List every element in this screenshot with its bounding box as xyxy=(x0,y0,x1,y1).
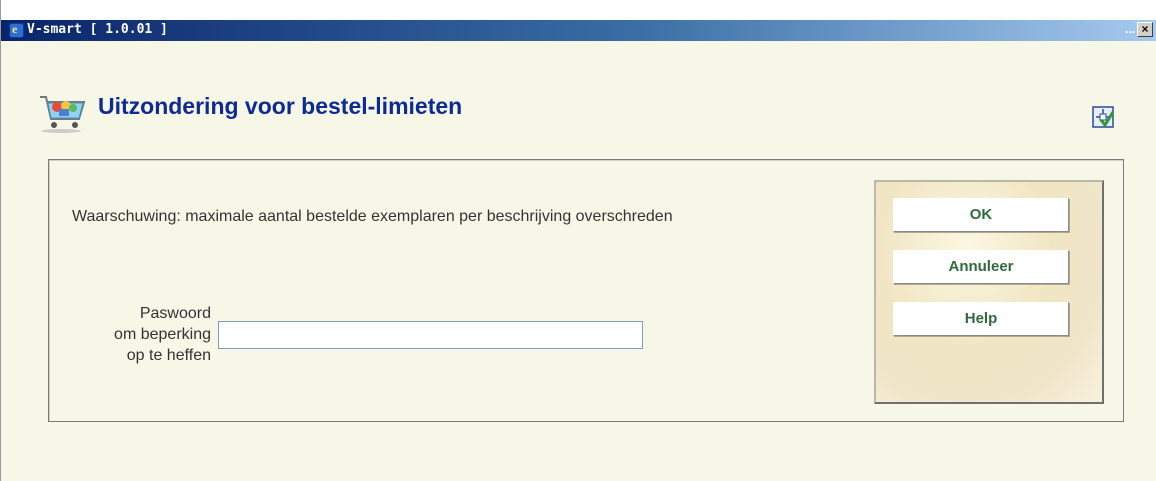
title-dots: ... xyxy=(1125,22,1136,36)
password-label-line-2: om beperking xyxy=(114,326,211,343)
title-bar: e V-smart [ 1.0.01 ] ... × xyxy=(1,20,1156,41)
password-input[interactable] xyxy=(218,321,643,349)
password-label-line-3: op te heffen xyxy=(126,347,211,364)
page-title: Uitzondering voor bestel-limieten xyxy=(98,93,463,119)
settings-check-icon[interactable] xyxy=(1092,106,1114,128)
password-label: Paswoord om beperking op te heffen xyxy=(51,303,211,366)
ie-logo-glyph: e xyxy=(12,22,18,36)
application-window: e V-smart [ 1.0.01 ] ... × Uitzondering … xyxy=(0,0,1156,481)
ie-logo-icon: e xyxy=(9,22,24,38)
window-title: V-smart [ 1.0.01 ] xyxy=(27,22,168,37)
top-band xyxy=(1,0,1156,20)
warning-message: Waarschuwing: maximale aantal bestelde e… xyxy=(72,208,673,225)
ok-button[interactable]: OK xyxy=(893,198,1069,232)
close-button[interactable]: × xyxy=(1137,22,1153,37)
close-icon: × xyxy=(1141,22,1149,36)
password-label-line-1: Paswoord xyxy=(139,305,211,322)
shopping-cart-icon xyxy=(40,96,86,133)
cancel-button[interactable]: Annuleer xyxy=(893,250,1069,284)
help-button[interactable]: Help xyxy=(893,302,1069,336)
